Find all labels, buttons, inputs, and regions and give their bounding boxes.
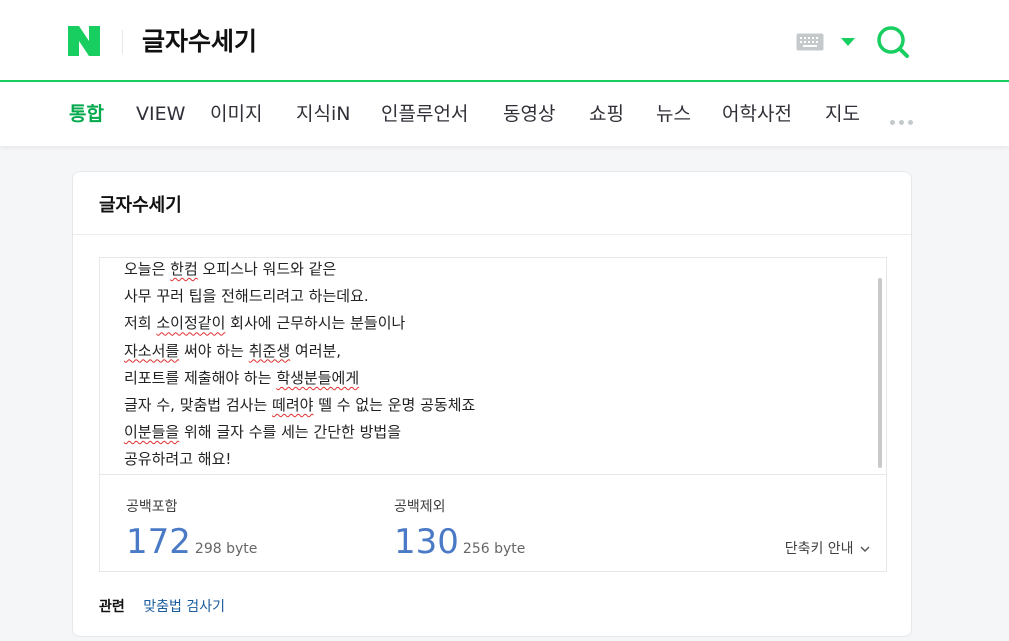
text-line: 글자 수, 맞춤법 검사는 떼려야 뗄 수 없는 운명 공동체죠 xyxy=(124,396,476,415)
tab-shopping[interactable]: 쇼핑 xyxy=(589,101,624,127)
search-query[interactable]: 글자수세기 xyxy=(142,26,257,58)
tab-news[interactable]: 뉴스 xyxy=(656,101,691,127)
tab-map[interactable]: 지도 xyxy=(825,101,860,127)
text-line: 오늘은 한컴 오피스나 워드와 같은 xyxy=(124,260,337,278)
more-tabs-icon[interactable] xyxy=(890,110,922,125)
search-tabs: 통합 VIEW 이미지 지식iN 인플루언서 동영상 쇼핑 뉴스 어학사전 지도 xyxy=(0,84,1009,144)
tab-influencer[interactable]: 인플루언서 xyxy=(381,101,468,127)
shortcut-guide-button[interactable]: 단축키 안내 xyxy=(785,538,870,558)
character-counter-card: 글자수세기 오늘은 한컴 오피스나 워드와 같은사무 꾸러 팁을 전해드리려고 … xyxy=(72,171,912,637)
related-links: 관련 맞춤법 검사기 xyxy=(99,596,225,616)
search-bar: 글자수세기 xyxy=(0,0,1009,82)
count-without-spaces: 공백제외 130 256 byte xyxy=(394,496,525,562)
misspelled-word: 떼려야 xyxy=(272,396,314,415)
byte-count: 256 byte xyxy=(462,541,526,557)
misspelled-word: 자소서를 xyxy=(124,341,180,360)
related-label: 관련 xyxy=(99,599,125,615)
text-line: 리포트를 제출해야 하는 학생분들에게 xyxy=(124,368,360,387)
search-icon[interactable] xyxy=(876,25,910,59)
input-text[interactable]: 오늘은 한컴 오피스나 워드와 같은사무 꾸러 팁을 전해드리려고 하는데요. 저… xyxy=(124,258,475,474)
caret-down-icon[interactable] xyxy=(841,38,855,46)
header: 글자수세기 통합 VIEW 이미지 지식iN 인플루언서 동영상 쇼핑 뉴스 어… xyxy=(0,0,1009,146)
byte-count: 298 byte xyxy=(194,541,258,557)
naver-logo-icon[interactable] xyxy=(68,26,100,56)
misspelled-word: 한컴 xyxy=(170,260,198,278)
count-with-spaces: 공백포함 172 298 byte xyxy=(126,496,257,562)
stat-label: 공백포함 xyxy=(126,499,178,515)
char-count: 172 xyxy=(126,522,191,562)
divider xyxy=(73,234,911,235)
text-input-area[interactable]: 오늘은 한컴 오피스나 워드와 같은사무 꾸러 팁을 전해드리려고 하는데요. 저… xyxy=(100,258,886,475)
misspelled-word: 학생분들에게 xyxy=(276,368,360,387)
text-line: 사무 꾸러 팁을 전해드리려고 하는데요. xyxy=(124,287,369,306)
text-line: 저희 소이정같이 회사에 근무하시는 분들이나 xyxy=(124,314,406,333)
tab-knowledge-in[interactable]: 지식iN xyxy=(296,101,350,127)
text-line: 자소서를 써야 하는 취준생 여러분, xyxy=(124,341,342,360)
shortcut-label: 단축키 안내 xyxy=(784,541,854,557)
tab-integrated[interactable]: 통합 xyxy=(69,101,104,127)
misspelled-word: 취준생 xyxy=(248,341,291,360)
keyboard-icon[interactable] xyxy=(796,33,824,51)
chevron-down-icon xyxy=(860,546,870,552)
text-line: 이분들을 위해 글자 수를 세는 간단한 방법을 xyxy=(124,423,402,442)
scrollbar[interactable] xyxy=(878,278,882,468)
misspelled-word: 소이정같이 xyxy=(156,314,226,333)
text-line: 공유하려고 해요! xyxy=(124,450,232,469)
divider xyxy=(122,30,123,54)
tab-video[interactable]: 동영상 xyxy=(503,101,555,127)
stat-label: 공백제외 xyxy=(394,499,446,515)
misspelled-word: 이분들을 xyxy=(124,423,180,442)
char-count: 130 xyxy=(394,522,459,562)
card-title: 글자수세기 xyxy=(99,195,182,216)
tab-view[interactable]: VIEW xyxy=(136,101,185,127)
spell-checker-link[interactable]: 맞춤법 검사기 xyxy=(143,599,225,615)
tab-dictionary[interactable]: 어학사전 xyxy=(722,101,792,127)
tab-image[interactable]: 이미지 xyxy=(210,101,262,127)
counter-editor: 오늘은 한컴 오피스나 워드와 같은사무 꾸러 팁을 전해드리려고 하는데요. 저… xyxy=(99,257,887,572)
